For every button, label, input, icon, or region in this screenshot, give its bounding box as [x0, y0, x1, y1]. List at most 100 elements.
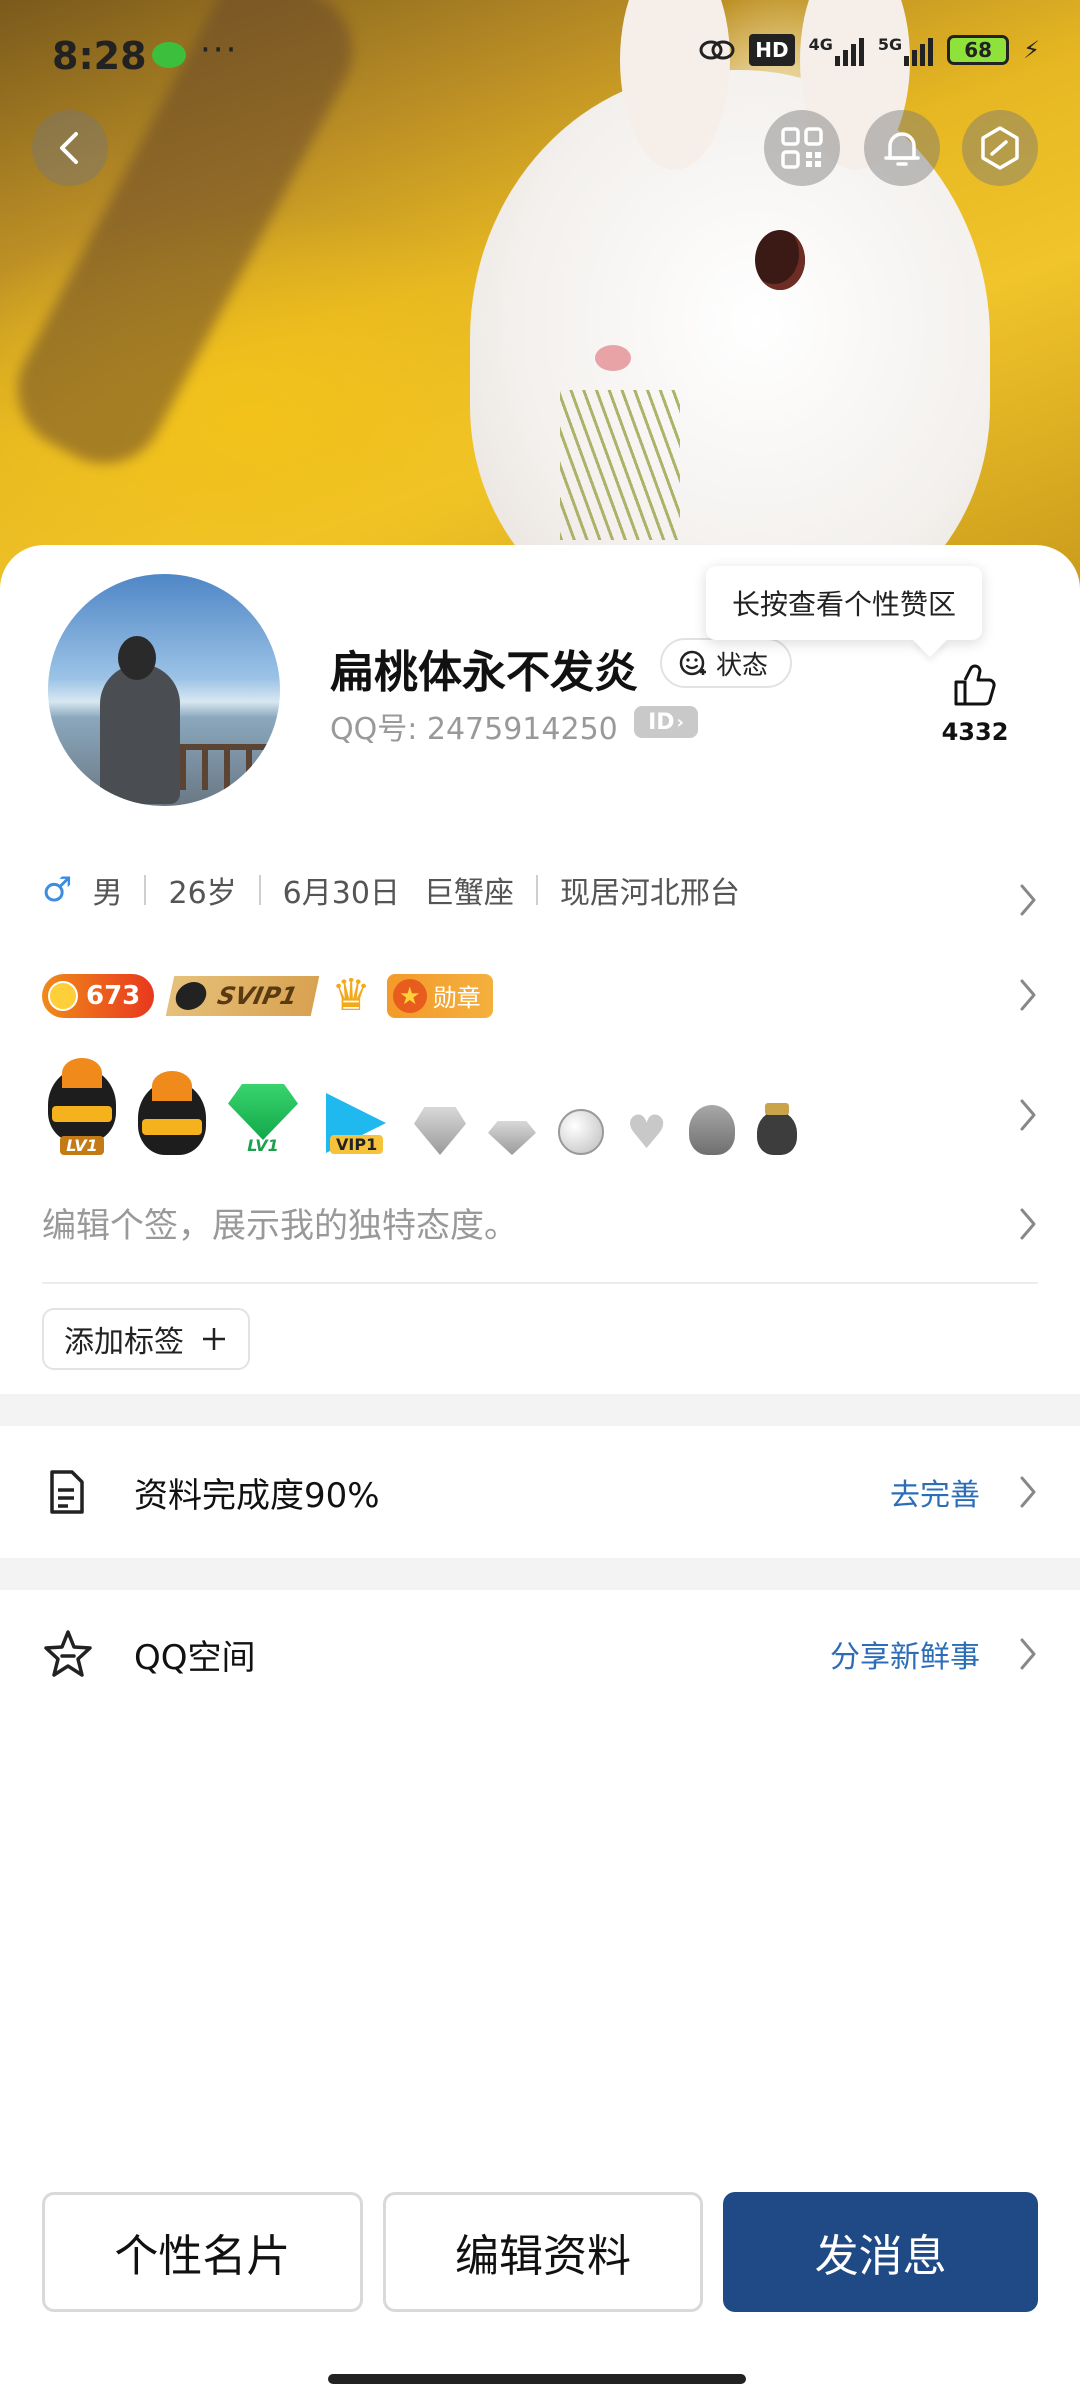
chevron-right-icon: [1020, 1638, 1036, 1670]
like-button[interactable]: 4332: [930, 660, 1020, 746]
share-news-link[interactable]: 分享新鲜事: [830, 1632, 980, 1676]
basic-info-row[interactable]: ♂ 男 26岁 6月30日 巨蟹座 现居河北邢台: [42, 868, 740, 912]
separator: [144, 875, 147, 905]
hexagon-settings-icon: [981, 126, 1019, 170]
gray-heart-icon: ♥: [626, 1105, 668, 1159]
vip-level: VIP1: [330, 1135, 384, 1154]
wechat-notification-icon: [152, 42, 186, 68]
smiley-add-icon: [679, 650, 706, 676]
signal-bars-icon: [834, 36, 864, 66]
profile-completion-row[interactable]: 资料完成度90% 去完善: [0, 1428, 1080, 1556]
dark-penguin-icon: [757, 1103, 798, 1155]
badge-dark-penguin: [757, 1103, 798, 1155]
notification-button[interactable]: [864, 110, 940, 186]
age: 26岁: [168, 876, 237, 911]
chevron-right-icon[interactable]: [1016, 1095, 1040, 1135]
badge-gray-penguin-gem: [414, 1107, 466, 1155]
badge-gray-penguin: [689, 1105, 736, 1155]
status-bar: 8:28 ··· HD 4G 5G 68 ⚡: [0, 0, 1080, 110]
coin-badge: 673: [42, 973, 155, 1018]
penguin-gem-icon: [138, 1071, 206, 1155]
star-icon: ★: [392, 978, 427, 1013]
qr-code-icon: [781, 127, 823, 169]
gray-penguin-icon: [689, 1105, 736, 1155]
rabbit-grass: [560, 390, 680, 540]
status-time: 8:28: [52, 34, 147, 78]
separator: [535, 875, 538, 905]
gray-gem-icon: [414, 1107, 466, 1155]
badge-penguin-gem: [138, 1071, 206, 1155]
edit-profile-button[interactable]: 编辑资料: [382, 2192, 704, 2312]
profile-completion-label: 资料完成度90%: [134, 1475, 380, 1516]
nickname: 扁桃体永不发炎: [330, 647, 638, 698]
chevron-right-icon: [1020, 1476, 1036, 1508]
signal-5g-label: 5G: [877, 34, 903, 54]
separator: [258, 875, 261, 905]
id-badge-label: ID: [648, 709, 675, 735]
status-label: 状态: [716, 650, 769, 681]
more-notifications-icon: ···: [200, 30, 239, 70]
medal-label: 勋章: [432, 984, 481, 1012]
hd-voice-icon: HD: [749, 34, 795, 66]
bell-icon: [884, 132, 920, 166]
badge-green-diamond: LV1: [228, 1084, 298, 1155]
svip-badge: SVIP1: [166, 975, 320, 1016]
qzone-label: QQ空间: [134, 1637, 256, 1678]
divider: [42, 1282, 1038, 1284]
gray-diamond-icon: [488, 1121, 536, 1155]
coin-icon: [48, 980, 78, 1011]
star-outline-icon: [44, 1630, 92, 1677]
badge-gray-heart: ♥: [626, 1109, 667, 1155]
id-badge[interactable]: ID ›: [634, 706, 698, 738]
plus-icon: [203, 1328, 225, 1350]
status-button[interactable]: 状态: [660, 638, 793, 688]
battery-icon: 68: [947, 35, 1010, 65]
back-button[interactable]: [32, 110, 108, 186]
personal-card-button[interactable]: 个性名片: [42, 2192, 363, 2312]
signal-bars-icon: [904, 36, 934, 66]
like-tooltip: 长按查看个性赞区: [706, 566, 983, 640]
qzone-row[interactable]: QQ空间 分享新鲜事: [0, 1590, 1080, 1718]
green-diamond-icon: [228, 1084, 298, 1140]
medal-badge: ★ 勋章: [386, 973, 493, 1018]
complete-profile-link[interactable]: 去完善: [890, 1470, 980, 1514]
vip-badges-row[interactable]: 673 SVIP1 ♛ ★ 勋章: [42, 970, 493, 1021]
signature-placeholder[interactable]: 编辑个签，展示我的独特态度。: [42, 1198, 518, 1247]
badge-level: LV1: [60, 1136, 104, 1155]
gender: 男: [92, 876, 123, 911]
charging-icon: ⚡: [1023, 36, 1040, 64]
chevron-right-icon[interactable]: [1016, 975, 1040, 1015]
chevron-right-icon[interactable]: [1016, 1204, 1040, 1244]
badge-video-vip: VIP1: [320, 1093, 392, 1155]
send-message-button[interactable]: 发消息: [723, 2192, 1039, 2312]
badge-gray-bomb: [558, 1109, 604, 1155]
settings-button[interactable]: [962, 110, 1038, 186]
avatar-head: [118, 636, 156, 680]
chevron-right-icon: ›: [676, 711, 684, 733]
chevron-left-icon: [60, 132, 78, 164]
avatar-person: [100, 664, 180, 804]
status-indicators: HD 4G 5G 68 ⚡: [699, 34, 1040, 66]
video-vip-icon: VIP1: [320, 1093, 392, 1155]
home-indicator[interactable]: [328, 2374, 746, 2384]
signal-4g: 4G: [809, 35, 864, 66]
section-gap: [0, 1558, 1080, 1590]
male-icon: ♂: [42, 870, 73, 910]
section-gap: [0, 1394, 1080, 1426]
birthday: 6月30日: [282, 876, 400, 911]
document-icon: [50, 1470, 84, 1514]
svip-label: SVIP1: [215, 981, 301, 1010]
penguin-icon: [48, 1058, 116, 1142]
rabbit-nose: [595, 345, 631, 371]
add-tag-button[interactable]: 添加标签: [42, 1308, 250, 1370]
rabbit-eye: [755, 230, 805, 290]
add-tag-label: 添加标签: [64, 1325, 184, 1360]
achievement-badges-row[interactable]: LV1 LV1 VIP1 ♥: [48, 1058, 798, 1155]
location: 现居河北邢台: [559, 876, 740, 911]
qq-number[interactable]: QQ号: 2475914250: [330, 704, 618, 748]
badge-gray-diamond: [488, 1121, 536, 1155]
signal-4g-label: 4G: [808, 34, 833, 54]
qr-code-button[interactable]: [764, 110, 840, 186]
chevron-right-icon[interactable]: [1016, 880, 1040, 920]
avatar[interactable]: [42, 568, 286, 812]
